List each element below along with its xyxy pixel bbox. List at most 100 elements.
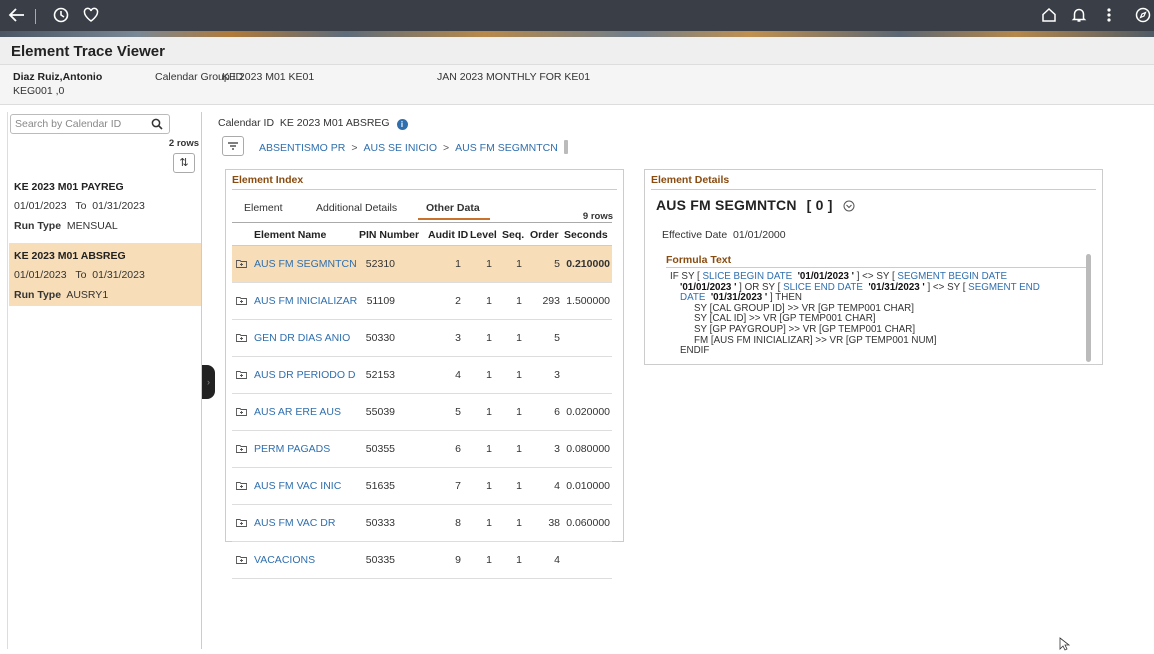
tab-additional-details[interactable]: Additional Details	[316, 202, 397, 218]
breadcrumb-item[interactable]: AUS SE INICIO	[364, 142, 438, 154]
cell-element-name[interactable]: VACACIONS	[254, 554, 315, 566]
formula-link[interactable]: SEGMENT BEGIN DATE	[897, 271, 1007, 282]
toolbar-divider	[35, 9, 36, 24]
table-row[interactable]: GEN DR DIAS ANIO 50330 3 1 1 5	[232, 320, 612, 357]
breadcrumb-item-current[interactable]: AUS FM SEGMNTCN	[455, 142, 558, 154]
back-arrow-icon[interactable]	[8, 6, 26, 24]
formula-scrollbar[interactable]	[1086, 254, 1091, 362]
column-header-order[interactable]: Order	[530, 229, 559, 241]
cell-element-name[interactable]: GEN DR DIAS ANIO	[254, 332, 350, 344]
breadcrumb: ABSENTISMO PR > AUS SE INICIO > AUS FM SEGMN…	[259, 140, 568, 154]
element-index-table: Element Name PIN Number Audit ID Level S…	[232, 222, 612, 579]
cell-level: 1	[486, 406, 492, 418]
cell-audit-id: 9	[455, 554, 461, 566]
formula-line: ENDIF	[680, 345, 710, 357]
calendar-item-to-label: To	[75, 200, 87, 212]
cell-seq: 1	[516, 332, 522, 344]
table-row[interactable]: AUS FM VAC INIC 51635 7 1 1 4 0.010000	[232, 468, 612, 505]
formula-token: ] THEN	[767, 292, 802, 304]
table-row[interactable]: AUS AR ERE AUS 55039 5 1 1 6 0.020000	[232, 394, 612, 431]
element-index-title: Element Index	[232, 174, 304, 186]
calendar-group-value: KE 2023 M01 KE01	[222, 71, 315, 83]
column-header-pin-number[interactable]: PIN Number	[359, 229, 419, 241]
formula-link[interactable]: DATE	[680, 292, 705, 303]
history-clock-icon[interactable]	[52, 6, 70, 24]
calendar-item-from: 01/01/2023	[14, 200, 67, 212]
table-row[interactable]: AUS FM SEGMNTCN 52310 1 1 1 5 0.210000	[232, 246, 612, 283]
cell-order: 5	[554, 258, 560, 270]
expand-folder-icon[interactable]	[236, 555, 247, 567]
cell-element-name[interactable]: PERM PAGADS	[254, 443, 330, 455]
tab-other-data[interactable]: Other Data	[418, 202, 490, 220]
table-row[interactable]: AUS FM VAC DR 50333 8 1 1 38 0.060000	[232, 505, 612, 542]
more-options-icon[interactable]	[1104, 6, 1114, 24]
cell-pin-number: 51635	[365, 480, 395, 492]
table-row[interactable]: AUS DR PERIODO D 52153 4 1 1 3	[232, 357, 612, 394]
formula-token: IF SY [	[670, 271, 703, 282]
employee-name: Diaz Ruiz,Antonio	[13, 71, 103, 83]
formula-token: ] <> SY [	[924, 281, 969, 293]
cell-element-name[interactable]: AUS AR ERE AUS	[254, 406, 341, 418]
expand-folder-icon[interactable]	[236, 518, 247, 530]
expand-folder-icon[interactable]	[236, 370, 247, 382]
cell-level: 1	[486, 480, 492, 492]
table-row[interactable]: AUS FM INICIALIZAR 51109 2 1 1 293 1.500000	[232, 283, 612, 320]
cell-pin-number: 55039	[365, 406, 395, 418]
table-row[interactable]: PERM PAGADS 50355 6 1 1 3 0.080000	[232, 431, 612, 468]
chevron-down-circle-icon[interactable]	[843, 199, 855, 215]
page-title-bar: Element Trace Viewer	[0, 37, 1154, 65]
cell-element-name[interactable]: AUS FM SEGMNTCN	[254, 258, 357, 270]
cell-audit-id: 3	[455, 332, 461, 344]
expand-folder-icon[interactable]	[236, 333, 247, 345]
cell-audit-id: 2	[455, 295, 461, 307]
cell-element-name[interactable]: AUS DR PERIODO D	[254, 369, 356, 381]
formula-link[interactable]: SEGMENT END	[968, 282, 1040, 293]
column-header-level[interactable]: Level	[470, 229, 497, 241]
filter-button[interactable]	[222, 136, 244, 156]
favorites-heart-icon[interactable]	[82, 6, 100, 24]
cell-element-name[interactable]: AUS FM VAC INIC	[254, 480, 341, 492]
calendar-list-item-selected[interactable]: KE 2023 M01 ABSREG 01/01/2023 To 01/31/2…	[9, 243, 201, 306]
column-header-audit-id[interactable]: Audit ID	[428, 229, 468, 241]
breadcrumb-item[interactable]: ABSENTISMO PR	[259, 142, 345, 154]
cell-pin-number: 50330	[365, 332, 395, 344]
expand-folder-icon[interactable]	[236, 481, 247, 493]
calendar-description: JAN 2023 MONTHLY FOR KE01	[437, 71, 591, 83]
expand-folder-icon[interactable]	[236, 407, 247, 419]
formula-link[interactable]: SLICE BEGIN DATE	[703, 271, 793, 282]
expand-folder-icon[interactable]	[236, 259, 247, 271]
calendar-search-input[interactable]	[11, 115, 141, 133]
collapse-panel-handle[interactable]: ›	[202, 365, 215, 399]
column-header-seconds[interactable]: Seconds	[564, 229, 608, 241]
expand-folder-icon[interactable]	[236, 296, 247, 308]
notification-bell-icon[interactable]	[1070, 6, 1088, 24]
navigator-compass-icon[interactable]	[1134, 6, 1152, 24]
cell-seconds: 1.500000	[566, 295, 610, 307]
cell-audit-id: 6	[455, 443, 461, 455]
cell-seq: 1	[516, 443, 522, 455]
calendar-list-item[interactable]: KE 2023 M01 PAYREG 01/01/2023 To 01/31/2…	[9, 174, 201, 237]
column-header-element-name[interactable]: Element Name	[254, 229, 326, 241]
cell-order: 3	[554, 369, 560, 381]
home-icon[interactable]	[1040, 6, 1058, 24]
table-row[interactable]: VACACIONS 50335 9 1 1 4	[232, 542, 612, 579]
cell-element-name[interactable]: AUS FM VAC DR	[254, 517, 335, 529]
tab-element[interactable]: Element	[244, 202, 283, 218]
expand-folder-icon[interactable]	[236, 444, 247, 456]
calendar-item-run-type: Run Type AUSRY1	[14, 289, 108, 301]
formula-link[interactable]: SLICE END DATE	[783, 282, 863, 293]
search-icon[interactable]	[151, 118, 163, 133]
element-index-tabs: Element Additional Details Other Data	[232, 202, 620, 222]
info-icon[interactable]: i	[396, 119, 408, 130]
column-header-seq[interactable]: Seq.	[502, 229, 524, 241]
element-details-title: Element Details	[651, 174, 730, 186]
formula-text-title: Formula Text	[666, 254, 732, 266]
sort-arrows-icon: ⇅	[179, 157, 189, 169]
divider	[666, 267, 1088, 268]
effective-date-value: 01/01/2000	[733, 229, 786, 241]
cell-audit-id: 8	[455, 517, 461, 529]
cell-element-name[interactable]: AUS FM INICIALIZAR	[254, 295, 357, 307]
cell-level: 1	[486, 258, 492, 270]
cell-seq: 1	[516, 258, 522, 270]
sort-button[interactable]: ⇅	[173, 153, 195, 173]
